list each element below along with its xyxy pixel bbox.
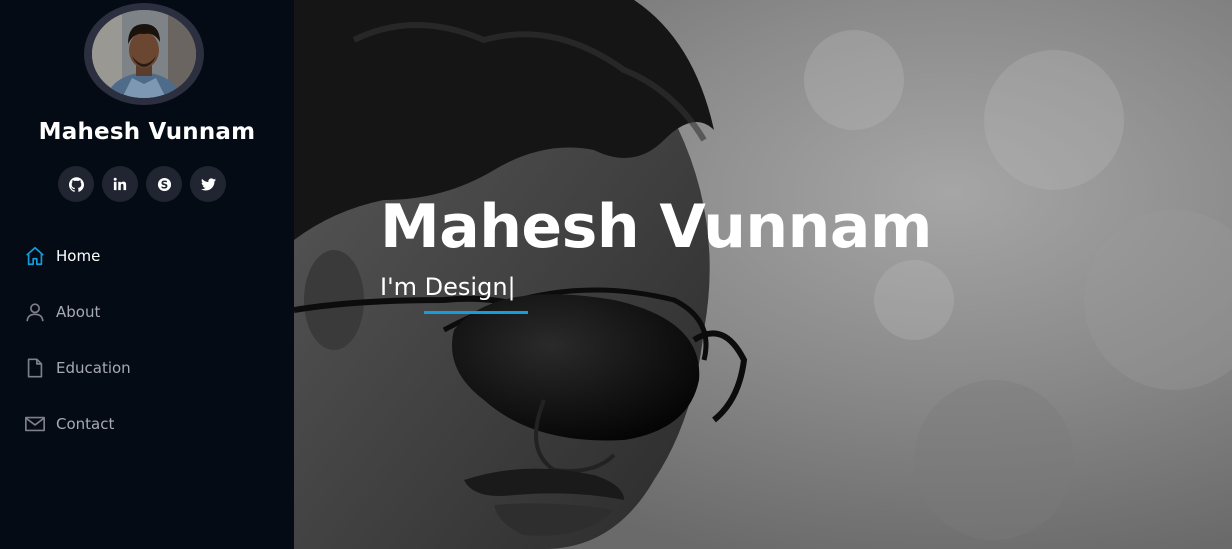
avatar xyxy=(92,10,196,98)
hero-underline xyxy=(424,311,528,314)
nav-item-about[interactable]: About xyxy=(0,284,294,340)
avatar-ring xyxy=(84,3,204,105)
social-links: S xyxy=(58,166,226,202)
hero-typed-text: I'm Design| xyxy=(380,273,516,301)
profile-name: Mahesh Vunnam xyxy=(38,119,256,145)
file-icon xyxy=(24,357,46,379)
nav-label-home: Home xyxy=(56,247,101,265)
page: Mahesh Vunnam S Home About Education Con… xyxy=(0,0,1232,549)
typing-caret: | xyxy=(507,273,516,301)
typed-text: I'm Design xyxy=(380,273,508,301)
nav-label-education: Education xyxy=(56,359,131,377)
nav-label-about: About xyxy=(56,303,101,321)
home-icon xyxy=(24,245,46,267)
nav-item-education[interactable]: Education xyxy=(0,340,294,396)
nav-menu: Home About Education Contact xyxy=(0,228,294,452)
hero-section: Mahesh Vunnam I'm Design| xyxy=(294,0,1232,549)
linkedin-icon xyxy=(113,177,127,191)
nav-item-home[interactable]: Home xyxy=(0,228,294,284)
twitter-link[interactable] xyxy=(190,166,226,202)
skype-link[interactable]: S xyxy=(146,166,182,202)
sidebar: Mahesh Vunnam S Home About Education Con… xyxy=(0,0,294,549)
github-icon xyxy=(68,176,84,192)
user-icon xyxy=(24,301,46,323)
hero-title: Mahesh Vunnam xyxy=(380,192,932,262)
linkedin-link[interactable] xyxy=(102,166,138,202)
nav-label-contact: Contact xyxy=(56,415,115,433)
envelope-icon xyxy=(24,413,46,435)
svg-text:S: S xyxy=(160,179,167,191)
nav-item-contact[interactable]: Contact xyxy=(0,396,294,452)
github-link[interactable] xyxy=(58,166,94,202)
skype-icon: S xyxy=(157,177,171,191)
twitter-icon xyxy=(200,177,216,190)
